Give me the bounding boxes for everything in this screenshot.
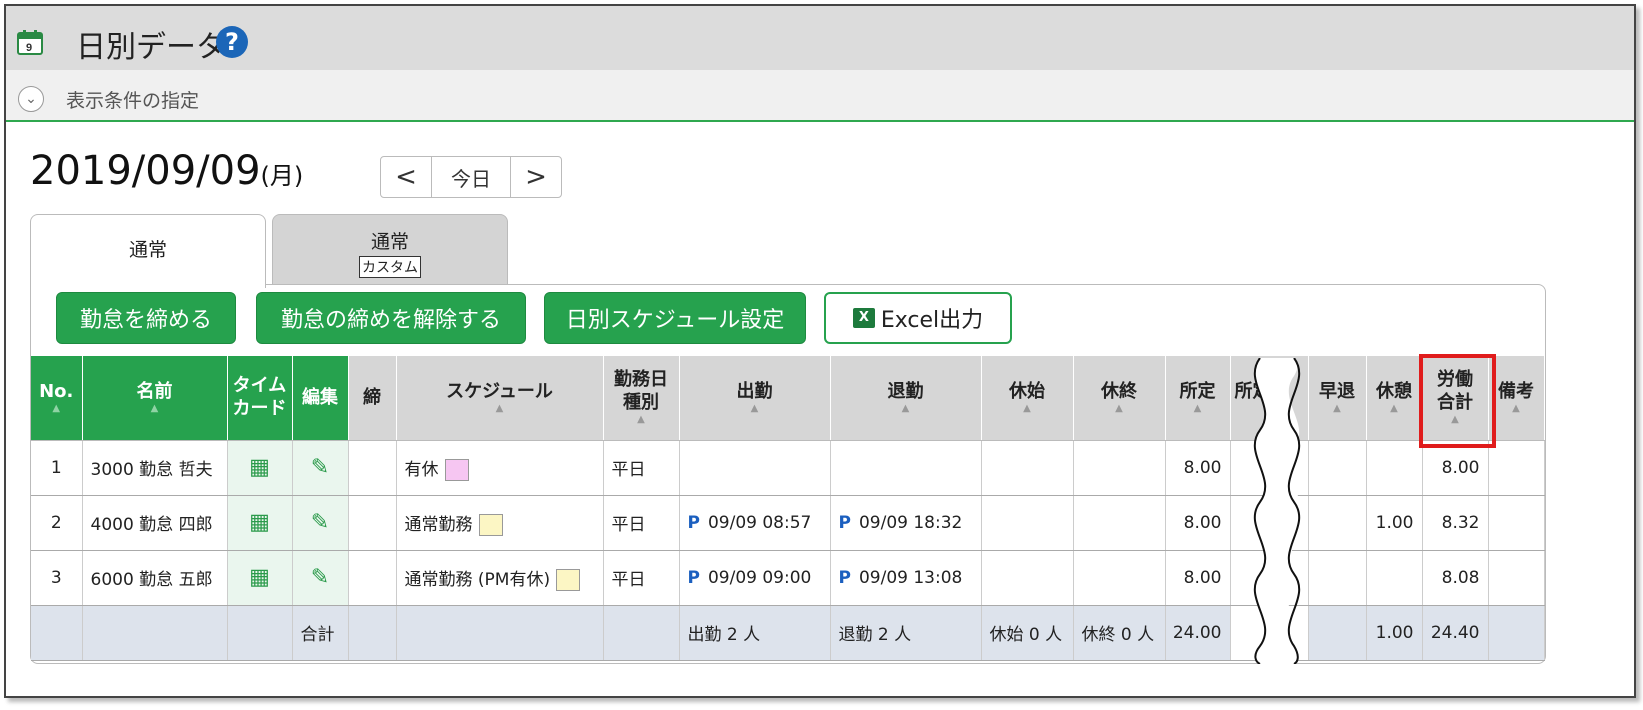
chevron-down-icon[interactable]: ⌄ (18, 86, 44, 112)
col-edit: 編集 (292, 356, 349, 441)
timecard-icon[interactable]: ▦ (227, 495, 293, 551)
page-title: 日別データ (76, 30, 226, 65)
date-navigation: < 今日 > (380, 156, 562, 198)
next-day-button[interactable]: > (511, 157, 561, 197)
table-header-row: No. ▲ 名前 ▲ タイム カード 編集 締 スケジュール ▲ 勤務日 種別 ▲ 出勤 ▲ … (31, 356, 1545, 441)
help-icon[interactable]: ? (216, 26, 248, 58)
schedule-color-swatch (444, 458, 469, 481)
conditions-bar[interactable]: ⌄ 表示条件の指定 (6, 70, 1634, 122)
schedule-color-swatch (478, 513, 503, 536)
calendar-icon: 9 (17, 30, 43, 55)
tab-normal[interactable]: 通常 (30, 214, 266, 288)
col-in[interactable]: 出勤 ▲ (679, 356, 831, 441)
col-scheduled[interactable]: 所定 ▲ (1165, 356, 1231, 441)
today-button[interactable]: 今日 (431, 157, 511, 197)
col-no[interactable]: No. ▲ (31, 356, 83, 441)
table-row[interactable]: 1 3000 勤怠 哲夫 ▦ ✎ 有休 平日 8.00 8.00 (31, 440, 1545, 496)
col-labor-total[interactable]: 労働 合計 ▲ (1422, 356, 1489, 441)
timecard-icon[interactable]: ▦ (227, 550, 293, 606)
total-row: 合計 出勤 2 人 退勤 2 人 休始 0 人 休終 0 人 24.00 1.0… (31, 605, 1545, 661)
svg-text:9: 9 (26, 42, 32, 54)
daily-schedule-button[interactable]: 日別スケジュール設定 (544, 292, 806, 344)
window-frame: 9 日別データ ? ⌄ 表示条件の指定 2019/09/09(月) < 今日 >… (4, 4, 1636, 698)
daily-data-table: No. ▲ 名前 ▲ タイム カード 編集 締 スケジュール ▲ 勤務日 種別 ▲ 出勤 ▲ … (31, 356, 1545, 661)
tab-custom-label: 通常 (370, 231, 409, 253)
date-value: 2019/09/09 (30, 148, 261, 194)
custom-badge: カスタム (359, 256, 421, 278)
table-row[interactable]: 3 6000 勤怠 五郎 ▦ ✎ 通常勤務 (PM有休) 平日 P 09/09 0… (31, 550, 1545, 606)
prev-day-button[interactable]: < (381, 157, 431, 197)
excel-export-button[interactable]: X Excel出力 (824, 292, 1012, 344)
pencil-icon[interactable]: ✎ (292, 550, 349, 606)
col-break-start[interactable]: 休始 ▲ (981, 356, 1074, 441)
col-note[interactable]: 備考 ▲ (1488, 356, 1545, 441)
col-timecard: タイム カード (227, 356, 293, 441)
close-attendance-button[interactable]: 勤怠を締める (56, 292, 236, 344)
current-date: 2019/09/09(月) (30, 148, 303, 194)
table-row[interactable]: 2 4000 勤怠 四郎 ▦ ✎ 通常勤務 平日 P 09/09 08:57 P0… (31, 495, 1545, 551)
conditions-label[interactable]: 表示条件の指定 (66, 86, 199, 113)
title-bar: 9 日別データ ? (6, 6, 1634, 70)
col-out[interactable]: 退勤 ▲ (830, 356, 982, 441)
col-early-leave[interactable]: 早退 ▲ (1308, 356, 1367, 441)
col-break-end[interactable]: 休終 ▲ (1073, 356, 1166, 441)
col-daytype[interactable]: 勤務日 種別 ▲ (603, 356, 680, 441)
col-shime: 締 (348, 356, 397, 441)
col-schedule[interactable]: スケジュール ▲ (396, 356, 604, 441)
schedule-color-swatch (556, 568, 581, 591)
col-name[interactable]: 名前 ▲ (82, 356, 228, 441)
col-overtime-partial[interactable]: 所定 (1230, 356, 1309, 441)
unclose-attendance-button[interactable]: 勤怠の締めを解除する (256, 292, 526, 344)
excel-icon: X (852, 308, 875, 328)
col-rest[interactable]: 休憩 ▲ (1366, 356, 1423, 441)
tab-normal-custom[interactable]: 通常 カスタム (272, 214, 508, 286)
excel-export-label: Excel出力 (880, 308, 984, 333)
pencil-icon[interactable]: ✎ (292, 440, 349, 496)
timecard-icon[interactable]: ▦ (227, 440, 293, 496)
date-weekday: (月) (260, 162, 304, 190)
total-label: 合計 (292, 605, 349, 661)
pencil-icon[interactable]: ✎ (292, 495, 349, 551)
